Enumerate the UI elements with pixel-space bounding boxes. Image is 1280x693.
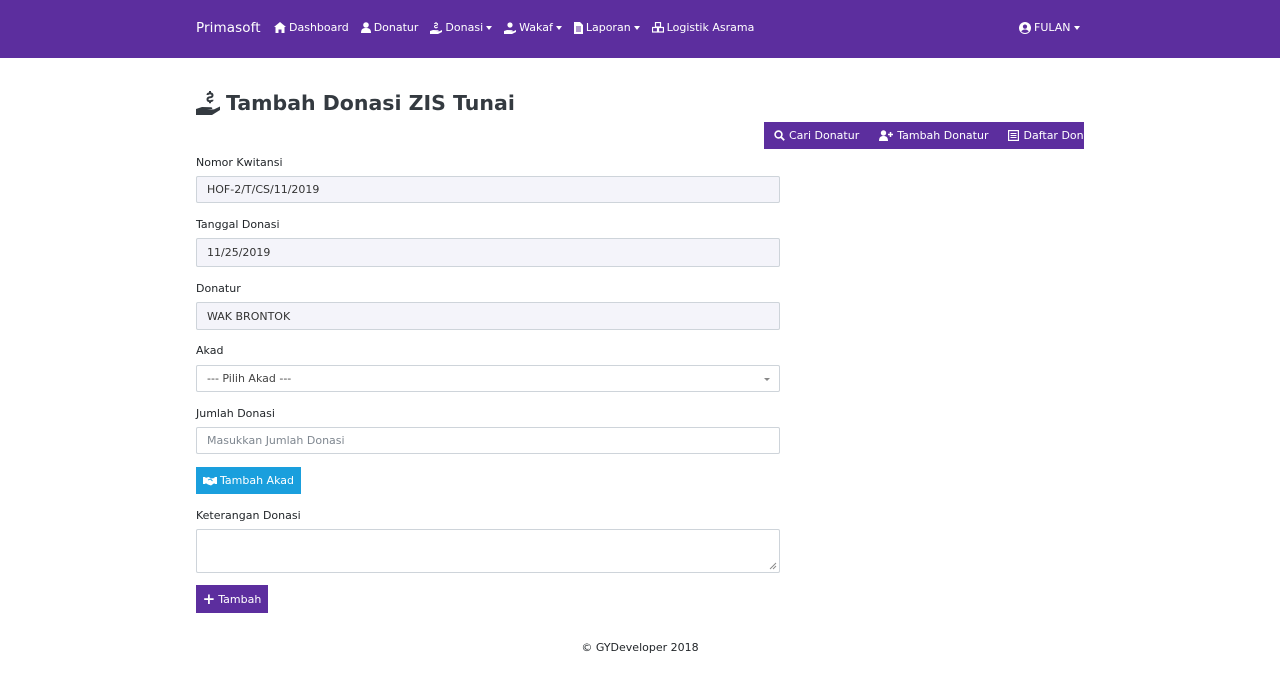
donatur-label: Donatur: [196, 282, 241, 295]
akad-label: Akad: [196, 344, 224, 357]
user-circle-icon: [1019, 21, 1031, 34]
plus-icon: +: [202, 589, 216, 608]
top-navbar: Primasoft Dashboard Donatur Donasi Wakaf…: [0, 0, 1280, 58]
user-icon: [360, 22, 371, 33]
nav-item-logistik-asrama[interactable]: Logistik Asrama: [651, 21, 755, 34]
user-name: FULAN: [1034, 21, 1071, 34]
tambah-donatur-label: Tambah Donatur: [897, 129, 989, 142]
tanggal-donasi-field[interactable]: 11/25/2019: [196, 238, 780, 267]
hand-holding-icon: [504, 21, 517, 34]
jumlah-donasi-label: Jumlah Donasi: [196, 407, 275, 420]
cubes-icon: [651, 22, 664, 33]
nav-item-label: Donasi: [445, 21, 484, 34]
cari-donatur-button[interactable]: Cari Donatur: [774, 129, 859, 142]
nav-item-label: Laporan: [585, 21, 631, 34]
nomor-kwitansi-label: Nomor Kwitansi: [196, 156, 283, 169]
footer-copyright: © GYDeveloper 2018: [581, 641, 699, 654]
file-icon: [573, 21, 583, 34]
nav-item-donasi[interactable]: Donasi: [430, 21, 493, 34]
daftar-donasi-label: Daftar Donasi: [1023, 129, 1100, 142]
keterangan-donasi-label: Keterangan Donasi: [196, 509, 301, 522]
daftar-donasi-button[interactable]: Daftar Donasi: [1008, 129, 1099, 142]
chevron-down-icon: [555, 25, 562, 30]
akad-select-value: --- Pilih Akad ---: [207, 372, 292, 385]
akad-select[interactable]: --- Pilih Akad ---: [196, 365, 780, 392]
donatur-field[interactable]: WAK BRONTOK: [196, 302, 780, 330]
tambah-donatur-button[interactable]: Tambah Donatur: [879, 129, 988, 142]
nav-item-donatur[interactable]: Donatur: [360, 21, 419, 34]
nav-item-label: Wakaf: [519, 21, 553, 34]
action-bar: Cari Donatur Tambah Donatur Daftar Donas…: [764, 122, 1099, 149]
keterangan-donasi-textarea[interactable]: [196, 529, 780, 573]
handshake-icon: [203, 476, 217, 485]
chevron-down-icon: [764, 378, 770, 381]
nav-item-label: Donatur: [373, 21, 419, 34]
nav-item-label: Dashboard: [289, 21, 349, 34]
tambah-label: Tambah: [218, 592, 262, 606]
tambah-akad-button[interactable]: Tambah Akad: [196, 467, 301, 494]
home-icon: [274, 22, 286, 33]
nomor-kwitansi-field[interactable]: HOF-2/T/CS/11/2019: [196, 176, 780, 203]
hand-holding-usd-icon: [196, 91, 220, 115]
hand-holding-usd-icon: [430, 21, 443, 34]
chevron-down-icon: [633, 25, 640, 30]
search-icon: [774, 130, 785, 141]
nav-links: Dashboard Donatur Donasi Wakaf Laporan L…: [274, 21, 766, 34]
tambah-akad-label: Tambah Akad: [220, 474, 294, 487]
chevron-down-icon: [486, 25, 493, 30]
nav-item-label: Logistik Asrama: [666, 21, 755, 34]
jumlah-donasi-input[interactable]: Masukkan Jumlah Donasi: [196, 427, 780, 454]
list-alt-icon: [1008, 130, 1020, 141]
nav-item-wakaf[interactable]: Wakaf: [504, 21, 562, 34]
nav-item-laporan[interactable]: Laporan: [573, 21, 640, 34]
page-title: Tambah Donasi ZIS Tunai: [196, 90, 515, 115]
nav-item-dashboard[interactable]: Dashboard: [274, 21, 349, 34]
chevron-down-icon: [1073, 25, 1080, 30]
user-plus-icon: [879, 130, 894, 141]
cari-donatur-label: Cari Donatur: [789, 129, 860, 142]
page-heading: Tambah Donasi ZIS Tunai: [226, 90, 515, 115]
tanggal-donasi-label: Tanggal Donasi: [196, 218, 280, 231]
tambah-button[interactable]: + Tambah: [196, 585, 268, 613]
brand-logo[interactable]: Primasoft: [196, 20, 261, 36]
resize-handle-icon[interactable]: [769, 562, 777, 570]
user-menu[interactable]: FULAN: [1019, 21, 1080, 34]
